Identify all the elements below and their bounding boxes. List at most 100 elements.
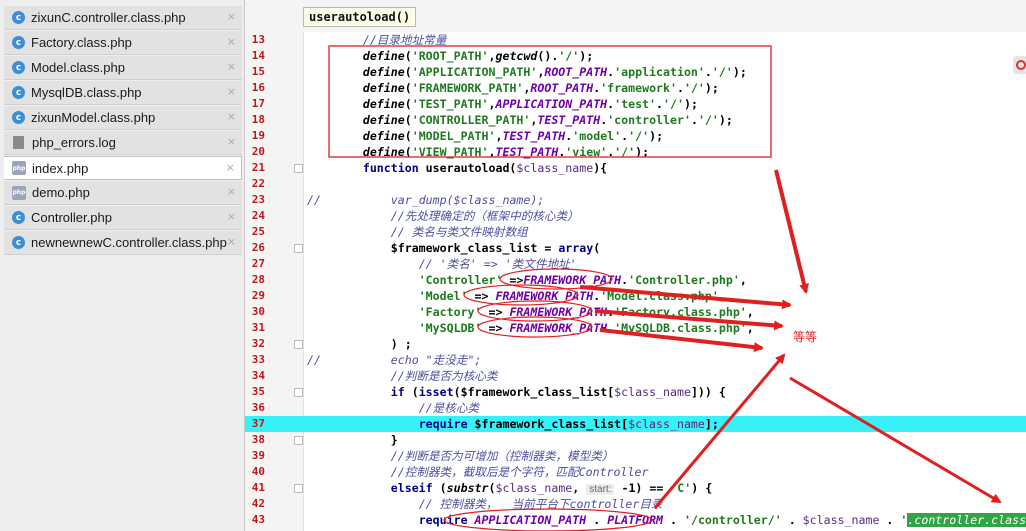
code-line[interactable]: 42 // 控制器类， 当前平台下controller目录	[245, 496, 1026, 512]
code-text: //是核心类	[307, 400, 479, 416]
file-tab[interactable]: c zixunC.controller.class.php ×	[4, 6, 242, 30]
line-number: 36	[251, 401, 265, 414]
code-token: array	[558, 241, 594, 255]
code-line[interactable]: 17 define('TEST_PATH',APPLICATION_PATH.'…	[245, 96, 1026, 112]
code-line[interactable]: 36 //是核心类	[245, 400, 1026, 416]
file-tab[interactable]: php_errors.log ×	[4, 131, 242, 155]
code-token: =>	[467, 289, 496, 303]
line-number: 38	[251, 433, 265, 446]
file-tab[interactable]: php index.php ×	[4, 156, 242, 180]
close-icon[interactable]: ×	[227, 35, 236, 48]
code-line[interactable]: 31 'MySQLDB' => FRAMEWORK_PATH.'MySQLDB.…	[245, 320, 1026, 336]
close-icon[interactable]: ×	[227, 10, 236, 23]
file-tab[interactable]: c Factory.class.php ×	[4, 31, 242, 55]
code-line[interactable]: 23 // var_dump($class_name);	[245, 192, 1026, 208]
code-line[interactable]: 18 define('CONTROLLER_PATH',TEST_PATH.'c…	[245, 112, 1026, 128]
code-line[interactable]: 21 function userautoload($class_name){	[245, 160, 1026, 176]
code-line[interactable]: 38 }	[245, 432, 1026, 448]
close-icon[interactable]: ×	[227, 135, 236, 148]
file-tab[interactable]: c zixunModel.class.php ×	[4, 106, 242, 130]
php-class-icon: c	[12, 86, 25, 99]
php-class-icon: c	[12, 61, 25, 74]
file-tab[interactable]: php demo.php ×	[4, 181, 242, 205]
line-number: 24	[251, 209, 265, 222]
code-text: function userautoload($class_name){	[307, 160, 607, 176]
code-line[interactable]: 28 'Controller' =>FRAMEWORK_PATH.'Contro…	[245, 272, 1026, 288]
code-token: FRAMEWORK_PATH	[509, 305, 608, 319]
file-tab-label: Controller.php	[31, 210, 112, 225]
code-line[interactable]: 13 //目录地址常量	[245, 32, 1026, 48]
fold-marker-icon[interactable]	[294, 164, 303, 173]
code-line[interactable]: 43 require APPLICATION_PATH . PLATFORM .…	[245, 512, 1026, 528]
file-tab[interactable]: c MysqlDB.class.php ×	[4, 81, 242, 105]
close-icon[interactable]: ×	[227, 235, 236, 248]
code-token: 'model'	[572, 129, 622, 143]
code-token: FRAMEWORK_PATH	[509, 321, 608, 335]
line-number: 26	[251, 241, 265, 254]
code-line[interactable]: 41 elseif (substr($class_name, start: -1…	[245, 480, 1026, 496]
fold-marker-icon[interactable]	[294, 484, 303, 493]
code-line[interactable]: 20 define('VIEW_PATH',TEST_PATH.'view'.'…	[245, 144, 1026, 160]
code-line[interactable]: 16 define('FRAMEWORK_PATH',ROOT_PATH.'fr…	[245, 80, 1026, 96]
code-line[interactable]: 35 if (isset($framework_class_list[$clas…	[245, 384, 1026, 400]
close-icon[interactable]: ×	[227, 110, 236, 123]
code-line[interactable]: 14 define('ROOT_PATH',getcwd().'/');	[245, 48, 1026, 64]
code-line[interactable]: 24 //先处理确定的（框架中的核心类）	[245, 208, 1026, 224]
code-token: FRAMEWORK_PATH	[523, 273, 622, 287]
code-token: define	[362, 145, 405, 159]
code-line[interactable]: 27 // '类名' => '类文件地址'	[245, 256, 1026, 272]
browser-preview-icon[interactable]	[1013, 56, 1026, 74]
code-token: // 控制器类， 当前平台下controller目录	[418, 497, 663, 511]
fold-marker-icon[interactable]	[294, 436, 303, 445]
code-line[interactable]: 40 //控制器类，截取后是个字符，匹配Controller	[245, 464, 1026, 480]
line-number: 32	[251, 337, 265, 350]
fold-marker-icon[interactable]	[294, 244, 303, 253]
code-token: 'TEST_PATH'	[411, 97, 489, 111]
function-breadcrumb[interactable]: userautoload()	[303, 7, 417, 27]
php-file-icon: php	[12, 185, 26, 200]
close-icon[interactable]: ×	[227, 85, 236, 98]
code-token: .	[704, 65, 712, 79]
code-line[interactable]: 25 // 类名与类文件映射数组	[245, 224, 1026, 240]
code-token: );	[704, 81, 719, 95]
file-tab[interactable]: c newnewnewC.controller.class.php ×	[4, 231, 242, 255]
code-line[interactable]: 37 require $framework_class_list[$class_…	[245, 416, 1026, 432]
fold-marker-icon[interactable]	[294, 388, 303, 397]
php-class-icon: c	[12, 36, 25, 49]
code-line[interactable]: 15 define('APPLICATION_PATH',ROOT_PATH.'…	[245, 64, 1026, 80]
code-editor[interactable]: userautoload() 13 //目录地址常量 14 define('ROO…	[245, 0, 1026, 531]
line-number: 31	[251, 321, 265, 334]
fold-marker-icon[interactable]	[294, 340, 303, 349]
close-icon[interactable]: ×	[227, 210, 236, 223]
code-line[interactable]: 30 'Factory' => FRAMEWORK_PATH.'Factory.…	[245, 304, 1026, 320]
code-token: '/'	[614, 145, 636, 159]
code-token: $class_name	[802, 513, 880, 527]
file-tab[interactable]: c Model.class.php ×	[4, 56, 242, 80]
code-line[interactable]: 32 ) ;	[245, 336, 1026, 352]
line-number: 39	[251, 449, 265, 462]
code-token: PLATFORM	[607, 513, 664, 527]
file-tab-label: MysqlDB.class.php	[31, 85, 142, 100]
code-line[interactable]: 19 define('MODEL_PATH',TEST_PATH.'model'…	[245, 128, 1026, 144]
file-tab[interactable]: c Controller.php ×	[4, 206, 242, 230]
code-line[interactable]: 39 //判断是否为可增加（控制器类，模型类）	[245, 448, 1026, 464]
code-token: 'Factory.class.php'	[614, 305, 747, 319]
code-line[interactable]: 22	[245, 176, 1026, 192]
code-text: // 类名与类文件映射数组	[307, 224, 528, 240]
code-line[interactable]: 33 // echo "走没走";	[245, 352, 1026, 368]
close-icon[interactable]: ×	[226, 161, 235, 174]
code-line[interactable]: 34 //判断是否为核心类	[245, 368, 1026, 384]
code-line[interactable]: 29 'Model' => FRAMEWORK_PATH.'Model.clas…	[245, 288, 1026, 304]
code-token: FRAMEWORK_PATH	[495, 289, 594, 303]
close-icon[interactable]: ×	[227, 185, 236, 198]
close-icon[interactable]: ×	[227, 60, 236, 73]
code-line[interactable]: 26 $framework_class_list = array(	[245, 240, 1026, 256]
code-token: $class_name	[516, 161, 594, 175]
line-number: 22	[251, 177, 265, 190]
